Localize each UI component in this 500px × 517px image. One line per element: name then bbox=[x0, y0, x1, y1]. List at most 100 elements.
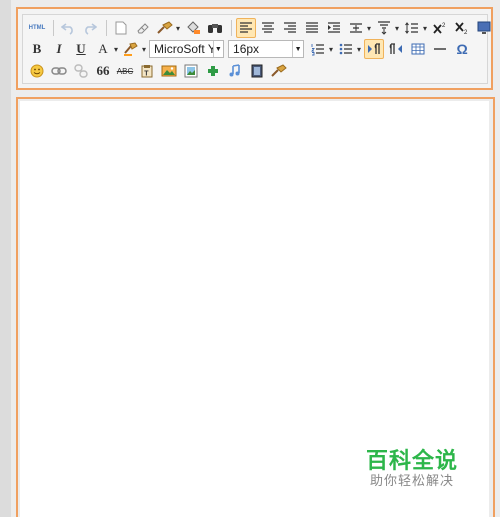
text-direction-rtl-button[interactable] bbox=[386, 39, 406, 59]
insert-image-button[interactable] bbox=[159, 61, 179, 81]
redo-button[interactable] bbox=[80, 18, 100, 38]
gallery-icon bbox=[184, 64, 198, 78]
text-direction-ltr-button[interactable] bbox=[364, 39, 385, 59]
italic-button[interactable]: I bbox=[49, 39, 69, 59]
chevron-down-icon[interactable]: ▾ bbox=[395, 24, 399, 33]
puzzle-icon bbox=[208, 66, 218, 76]
highlight-color-button[interactable] bbox=[121, 39, 141, 59]
watermark-subtitle: 助你轻松解决 bbox=[370, 473, 455, 488]
align-justify-icon bbox=[306, 22, 319, 33]
auto-format-button[interactable] bbox=[269, 61, 289, 81]
chevron-down-icon[interactable]: ▾ bbox=[367, 24, 371, 33]
svg-text:2: 2 bbox=[442, 23, 446, 29]
undo-button[interactable] bbox=[58, 18, 78, 38]
chevron-down-icon[interactable]: ▾ bbox=[357, 45, 361, 54]
link-icon bbox=[51, 67, 67, 75]
subscript-icon: 2 bbox=[455, 22, 468, 35]
special-chars-button[interactable]: Ω bbox=[452, 39, 472, 59]
bold-button[interactable]: B bbox=[27, 39, 47, 59]
insert-link-button[interactable] bbox=[49, 61, 69, 81]
vertical-align-button[interactable] bbox=[374, 18, 394, 38]
brush-icon bbox=[271, 64, 287, 77]
font-color-label: A bbox=[98, 41, 108, 56]
toolbar-row-3: 66 ABC T bbox=[27, 61, 291, 81]
unordered-list-button[interactable] bbox=[336, 39, 356, 59]
image-icon bbox=[161, 65, 177, 77]
align-right-icon bbox=[284, 22, 297, 33]
align-justify-button[interactable] bbox=[302, 18, 322, 38]
clipboard-text-icon: T bbox=[141, 65, 153, 78]
insert-music-button[interactable] bbox=[225, 61, 245, 81]
bold-label: B bbox=[32, 41, 42, 56]
insert-video-button[interactable] bbox=[247, 61, 267, 81]
underline-button[interactable]: U bbox=[71, 39, 91, 59]
table-icon bbox=[411, 43, 425, 55]
image-gallery-button[interactable] bbox=[181, 61, 201, 81]
strikethrough-button[interactable]: ABC bbox=[115, 61, 135, 81]
chevron-down-icon[interactable]: ▾ bbox=[142, 45, 146, 54]
ltr-direction-icon bbox=[368, 43, 381, 54]
line-height-button[interactable] bbox=[402, 18, 422, 38]
brush-icon bbox=[157, 21, 173, 34]
format-brush-button[interactable] bbox=[155, 18, 175, 38]
font-family-select[interactable]: MicroSoft Y ▼ bbox=[149, 40, 225, 58]
unlink-icon bbox=[74, 64, 88, 78]
superscript-icon: 2 bbox=[433, 23, 446, 34]
highlighter-icon bbox=[124, 42, 138, 56]
ordered-list-icon bbox=[311, 44, 325, 56]
redo-icon bbox=[85, 23, 97, 35]
align-left-button[interactable] bbox=[236, 18, 257, 38]
svg-text:T: T bbox=[144, 71, 149, 78]
italic-label: I bbox=[56, 41, 62, 56]
eraser-icon bbox=[137, 23, 149, 34]
html-source-button[interactable]: HTML bbox=[27, 18, 47, 38]
font-size-select[interactable]: 16px ▼ bbox=[228, 40, 305, 58]
superscript-button[interactable]: 2 bbox=[430, 18, 450, 38]
new-document-button[interactable] bbox=[111, 18, 131, 38]
horizontal-rule-button[interactable] bbox=[430, 39, 450, 59]
align-center-button[interactable] bbox=[258, 18, 278, 38]
bullet-list-icon bbox=[339, 43, 353, 55]
ordered-list-button[interactable] bbox=[308, 39, 328, 59]
strikethrough-label: ABC bbox=[116, 66, 134, 76]
font-color-button[interactable]: A bbox=[93, 39, 113, 59]
chevron-down-icon: ▼ bbox=[212, 41, 223, 57]
clear-format-button[interactable] bbox=[133, 18, 153, 38]
html-source-label: HTML bbox=[28, 25, 46, 31]
align-center-icon bbox=[262, 22, 275, 33]
omega-icon: Ω bbox=[456, 41, 468, 57]
smiley-icon bbox=[30, 64, 44, 78]
rtl-direction-icon bbox=[389, 43, 403, 54]
insert-plugin-button[interactable] bbox=[203, 61, 223, 81]
undo-icon bbox=[61, 23, 73, 35]
row-spacing-button[interactable] bbox=[346, 18, 366, 38]
chevron-down-icon: ▼ bbox=[292, 41, 303, 57]
subscript-button[interactable]: 2 bbox=[452, 18, 472, 38]
chevron-down-icon[interactable]: ▾ bbox=[423, 24, 427, 33]
film-icon bbox=[251, 64, 263, 78]
background-color-button[interactable] bbox=[183, 18, 203, 38]
indent-button[interactable] bbox=[324, 18, 344, 38]
blockquote-button[interactable]: 66 bbox=[93, 61, 113, 81]
font-family-value: MicroSoft Y bbox=[154, 42, 213, 56]
preview-button[interactable] bbox=[474, 18, 494, 38]
chevron-down-icon[interactable]: ▾ bbox=[176, 24, 180, 33]
paragraph-spacing-icon bbox=[350, 23, 363, 33]
paste-plain-text-button[interactable]: T bbox=[137, 61, 157, 81]
unlink-button[interactable] bbox=[71, 61, 91, 81]
font-size-value: 16px bbox=[233, 42, 260, 56]
align-right-button[interactable] bbox=[280, 18, 300, 38]
monitor-icon bbox=[477, 21, 491, 34]
emoticon-button[interactable] bbox=[27, 61, 47, 81]
horizontal-line-icon bbox=[434, 48, 447, 50]
chevron-down-icon[interactable]: ▾ bbox=[114, 45, 118, 54]
svg-text:2: 2 bbox=[464, 30, 468, 35]
align-left-icon bbox=[240, 22, 253, 33]
quote-icon: 66 bbox=[96, 63, 110, 78]
chevron-down-icon[interactable]: ▾ bbox=[329, 45, 333, 54]
search-replace-button[interactable] bbox=[205, 18, 225, 38]
paint-bucket-icon bbox=[187, 21, 201, 34]
separator bbox=[231, 20, 233, 36]
insert-table-button[interactable] bbox=[408, 39, 428, 59]
toolbar-row-1: HTML ▾ ▾ ▾ ▾ 2 2 bbox=[27, 18, 496, 38]
